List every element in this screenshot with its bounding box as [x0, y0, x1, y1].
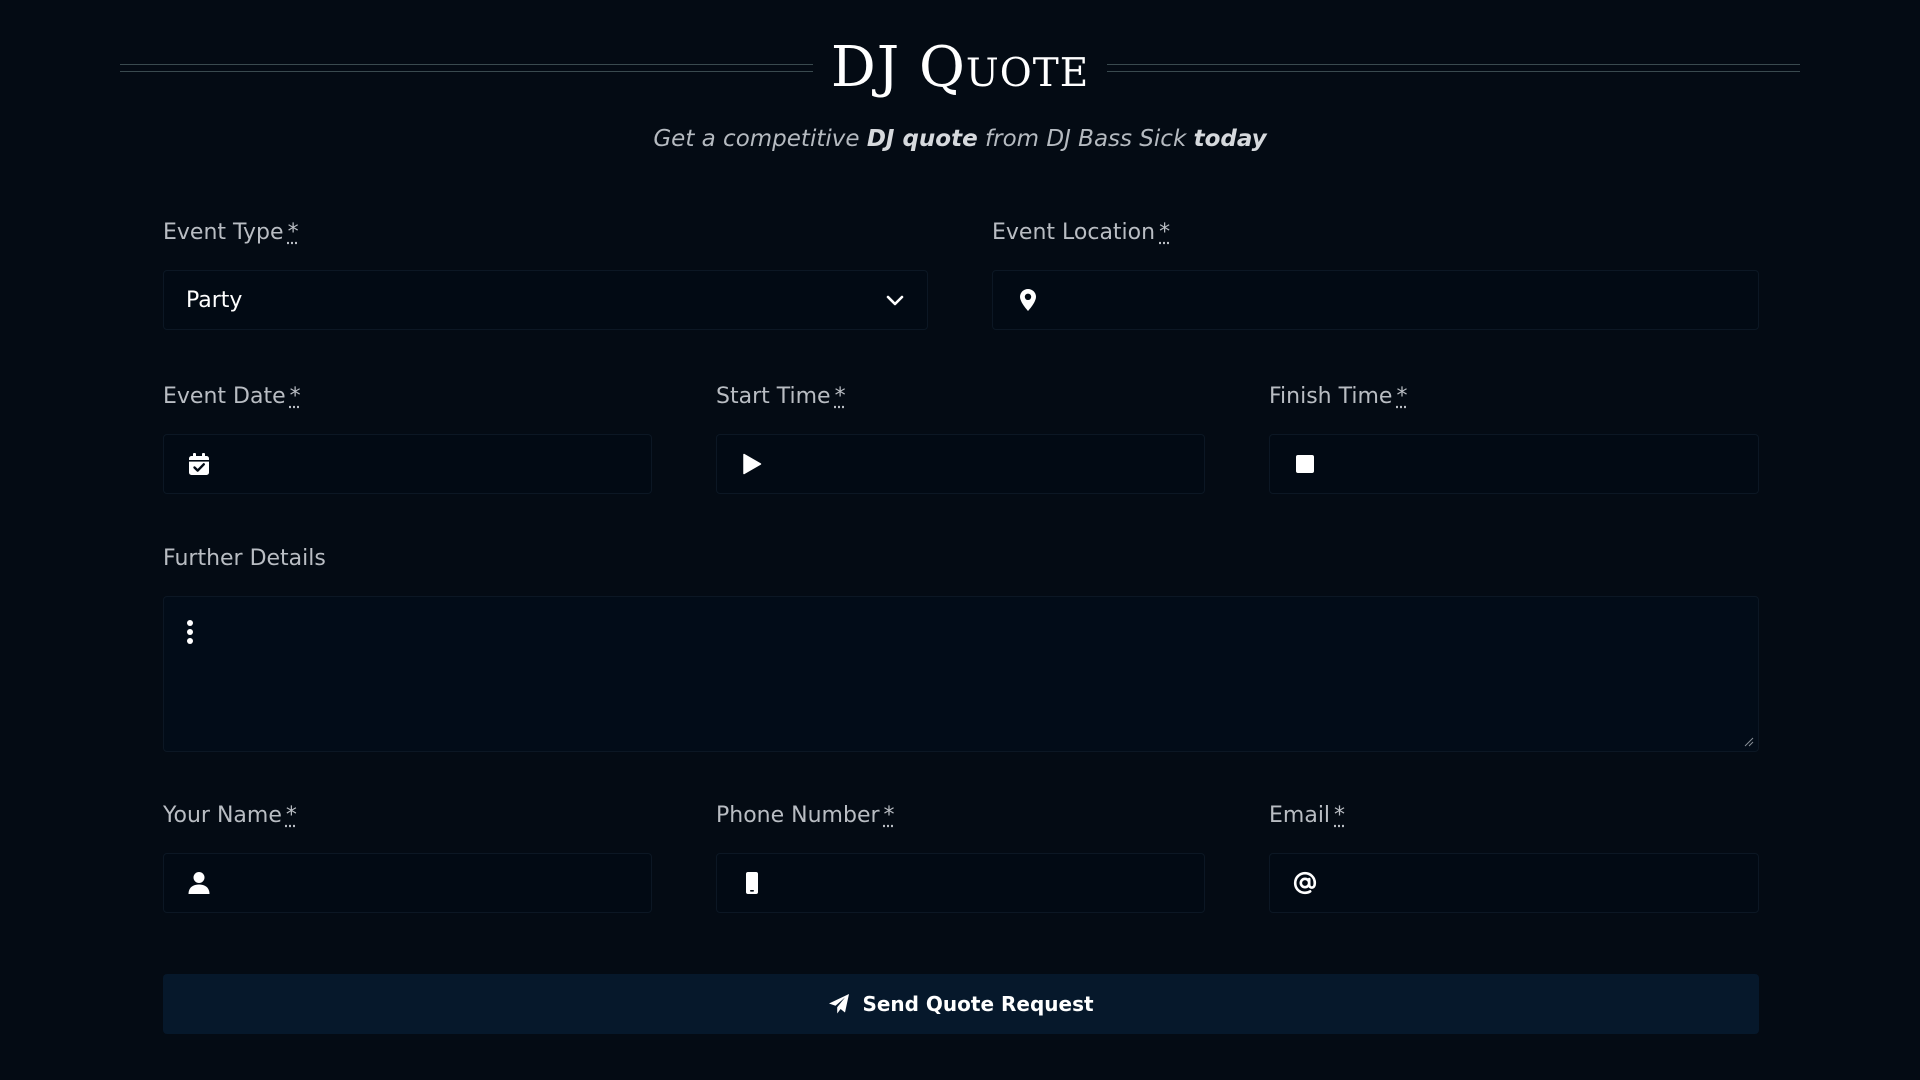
finish-time-input[interactable]: [1318, 435, 1758, 493]
required-marker: *: [1159, 220, 1171, 245]
event-type-label-text: Event Type: [163, 220, 284, 245]
start-time-input[interactable]: [765, 435, 1204, 493]
start-time-label: Start Time *: [716, 384, 846, 409]
ellipsis-vertical-icon: [187, 620, 193, 644]
required-marker: *: [285, 803, 297, 828]
phone-number-field[interactable]: [716, 853, 1205, 913]
event-location-field[interactable]: [992, 270, 1759, 330]
event-date-label: Event Date *: [163, 384, 301, 409]
map-marker-icon: [1015, 287, 1041, 313]
stop-icon: [1292, 451, 1318, 477]
event-type-label: Event Type *: [163, 220, 299, 245]
event-date-field[interactable]: [163, 434, 652, 494]
resize-grip-icon[interactable]: [1744, 737, 1754, 747]
required-marker: *: [1334, 803, 1346, 828]
event-type-value: Party: [186, 287, 243, 313]
your-name-label: Your Name *: [163, 803, 297, 828]
quote-page: DJ Quote Get a competitive DJ quote from…: [0, 0, 1920, 1080]
phone-number-input[interactable]: [765, 854, 1204, 912]
title-rule-left: [120, 64, 813, 72]
send-quote-request-button[interactable]: Send Quote Request: [163, 974, 1759, 1034]
subtitle-text-1: Get a competitive: [653, 126, 867, 152]
required-marker: *: [287, 220, 299, 245]
event-type-select[interactable]: Party: [163, 270, 928, 330]
your-name-label-text: Your Name: [163, 803, 282, 828]
further-details-field[interactable]: [163, 596, 1759, 752]
email-label: Email *: [1269, 803, 1345, 828]
phone-number-label-text: Phone Number: [716, 803, 880, 828]
event-date-label-text: Event Date: [163, 384, 286, 409]
mobile-phone-icon: [739, 870, 765, 896]
calendar-check-icon: [186, 451, 212, 477]
further-details-textarea[interactable]: [214, 597, 1758, 751]
user-icon: [186, 870, 212, 896]
play-icon: [739, 451, 765, 477]
further-details-label-text: Further Details: [163, 546, 326, 571]
start-time-field[interactable]: [716, 434, 1205, 494]
required-marker: *: [834, 384, 846, 409]
title-row: DJ Quote: [120, 28, 1801, 108]
further-details-label: Further Details: [163, 546, 326, 571]
subtitle-bold-1: DJ quote: [866, 126, 978, 152]
page-title: DJ Quote: [830, 35, 1090, 100]
page-subtitle: Get a competitive DJ quote from DJ Bass …: [0, 126, 1920, 152]
chevron-down-icon: [886, 295, 904, 306]
at-sign-icon: [1292, 870, 1318, 896]
email-input[interactable]: [1318, 854, 1758, 912]
subtitle-text-2: from DJ Bass Sick: [977, 126, 1194, 152]
required-marker: *: [883, 803, 895, 828]
required-marker: *: [1396, 384, 1408, 409]
title-rule-right: [1107, 64, 1801, 72]
finish-time-label-text: Finish Time: [1269, 384, 1393, 409]
finish-time-field[interactable]: [1269, 434, 1759, 494]
event-location-input[interactable]: [1041, 271, 1758, 329]
start-time-label-text: Start Time: [716, 384, 831, 409]
email-label-text: Email: [1269, 803, 1331, 828]
send-quote-request-label: Send Quote Request: [862, 992, 1094, 1016]
required-marker: *: [289, 384, 301, 409]
phone-number-label: Phone Number *: [716, 803, 895, 828]
finish-time-label: Finish Time *: [1269, 384, 1407, 409]
subtitle-bold-2: today: [1193, 126, 1267, 152]
event-location-label-text: Event Location: [992, 220, 1156, 245]
email-field[interactable]: [1269, 853, 1759, 913]
event-date-input[interactable]: [212, 435, 651, 493]
event-location-label: Event Location *: [992, 220, 1170, 245]
your-name-input[interactable]: [212, 854, 651, 912]
paper-plane-icon: [829, 994, 850, 1014]
your-name-field[interactable]: [163, 853, 652, 913]
